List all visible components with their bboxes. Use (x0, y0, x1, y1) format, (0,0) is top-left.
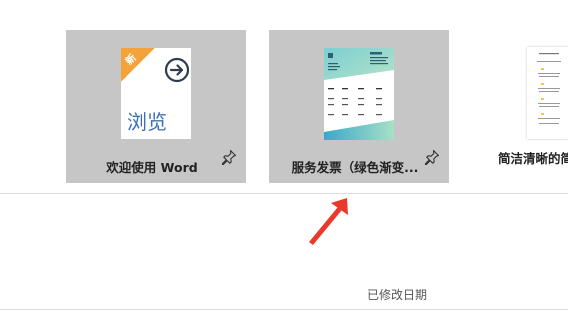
new-badge-label: 新 (123, 52, 139, 68)
browse-text: 浏览 (127, 110, 167, 134)
simple-resume-thumbnail[interactable] (527, 47, 568, 139)
template-label-simple[interactable]: 简洁清晰的简 (498, 148, 568, 167)
template-label: 服务发票（绿色渐变... (291, 160, 419, 175)
pin-icon[interactable] (221, 149, 237, 165)
template-label: 欢迎使用 Word (106, 160, 198, 175)
new-badge: 新 (121, 48, 155, 82)
red-arrow-icon (309, 198, 348, 245)
resume-preview-graphic (537, 53, 561, 124)
invoice-preview-graphic (324, 48, 394, 140)
pin-icon[interactable] (424, 149, 440, 165)
template-tile-service-invoice[interactable]: 服务发票（绿色渐变... (269, 30, 449, 183)
arrow-right-circle-icon (164, 57, 190, 83)
welcome-word-thumbnail: 新 浏览 (121, 48, 191, 139)
modified-date-column-header[interactable]: 已修改日期 (367, 286, 427, 303)
template-tile-welcome-word[interactable]: 新 浏览 欢迎使用 Word (66, 30, 246, 183)
section-divider (0, 193, 568, 194)
service-invoice-thumbnail (324, 48, 394, 140)
list-header-divider (0, 309, 568, 310)
